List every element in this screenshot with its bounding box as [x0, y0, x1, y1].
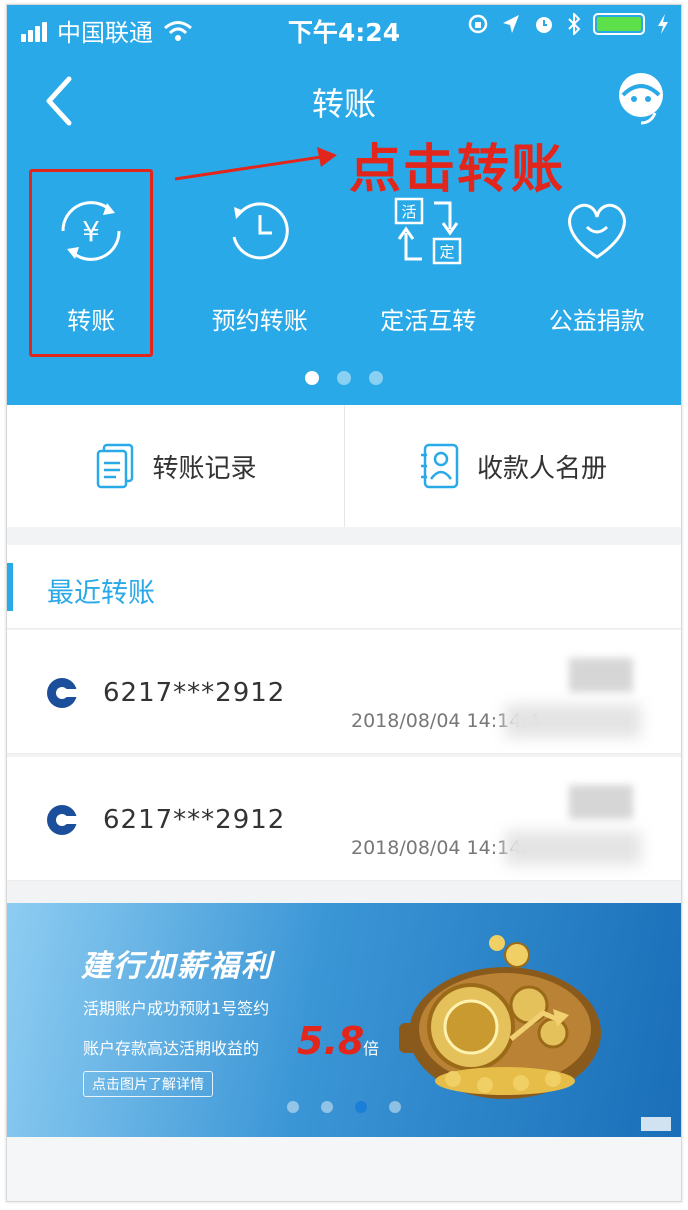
banner-pager-dot[interactable] — [389, 1101, 401, 1113]
transfer-records-button[interactable]: 转账记录 — [7, 405, 344, 527]
charging-icon — [658, 14, 668, 34]
banner-suffix: 倍 — [363, 1039, 380, 1058]
lock-rotation-icon — [468, 14, 488, 34]
payee-list-button[interactable]: 收款人名册 — [344, 405, 681, 527]
recent-section-title: 最近转账 — [47, 578, 155, 609]
exchange-icon: 活 定 — [395, 197, 462, 265]
blurred-amount — [505, 704, 641, 738]
page-title: 转账 — [311, 85, 376, 123]
recent-transfer-row[interactable]: 6217***2912 2018/08/04 14:14. — [7, 757, 681, 881]
ccb-logo-icon — [47, 678, 79, 708]
section-accent-bar — [7, 563, 13, 611]
transfer-time: 2018/08/04 14:14. — [351, 837, 528, 859]
ad-tag — [641, 1117, 671, 1131]
ccb-logo-icon — [47, 805, 79, 835]
recent-section-header: 最近转账 — [7, 545, 681, 629]
recent-transfer-row[interactable]: 6217***2912 2018/08/04 14:14:4 — [7, 630, 681, 754]
svg-text:活: 活 — [402, 203, 417, 221]
payee-list-label: 收款人名册 — [476, 453, 607, 484]
location-icon — [503, 15, 519, 33]
pager-dot-active[interactable] — [305, 371, 319, 385]
promo-banner[interactable]: 建行加薪福利 活期账户成功预财1号签约 账户存款高达活期收益的 5.8 倍 点击… — [7, 903, 681, 1137]
banner-multiplier: 5.8 — [297, 1019, 365, 1063]
document-icon — [97, 443, 134, 489]
banner-pager-dot[interactable] — [321, 1101, 333, 1113]
battery-icon — [593, 13, 645, 35]
pager-dots — [7, 371, 681, 385]
header-area: 中国联通 下午4:24 转账 点击转账 ¥ 转账 预约转账 活 定 定活互转 公… — [7, 5, 681, 405]
quick-action-label: 定活互转 — [380, 307, 477, 335]
quick-action-label: 预约转账 — [211, 307, 308, 335]
piggy-bank-image — [399, 935, 601, 1099]
banner-line-1: 活期账户成功预财1号签约 — [83, 999, 270, 1018]
blurred-name — [569, 785, 633, 819]
blurred-name — [569, 658, 633, 692]
shortcut-bar: 转账记录 收款人名册 — [7, 405, 681, 527]
clock-icon — [232, 202, 289, 260]
nav-bar: 转账 — [7, 63, 681, 139]
customer-service-icon[interactable] — [611, 67, 671, 129]
banner-title: 建行加薪福利 — [81, 949, 273, 984]
pager-dot[interactable] — [337, 371, 351, 385]
blurred-amount — [505, 831, 641, 865]
transfer-records-label: 转账记录 — [152, 453, 257, 484]
quick-fixed-current-exchange[interactable]: 活 定 定活互转 — [344, 191, 513, 341]
account-number: 6217***2912 — [103, 678, 286, 708]
quick-charity-donation[interactable]: 公益捐款 — [513, 191, 682, 341]
pager-dot[interactable] — [369, 371, 383, 385]
banner-line-2: 账户存款高达活期收益的 — [83, 1039, 260, 1058]
quick-action-label: 公益捐款 — [548, 307, 645, 335]
banner-details-button[interactable]: 点击图片了解详情 — [83, 1071, 213, 1097]
annotation-arrow — [174, 147, 337, 181]
quick-scheduled-transfer[interactable]: 预约转账 — [176, 191, 345, 341]
svg-text:定: 定 — [440, 243, 455, 261]
bottom-spacer — [7, 1137, 681, 1201]
banner-pager-dots — [287, 1101, 401, 1113]
contact-book-icon — [420, 443, 459, 489]
bluetooth-icon — [568, 13, 581, 35]
phone-frame: 中国联通 下午4:24 转账 点击转账 ¥ 转账 预约转账 活 定 定活互转 公… — [6, 4, 682, 1202]
alarm-icon — [536, 17, 552, 33]
account-number: 6217***2912 — [103, 805, 286, 835]
annotation-highlight-box — [29, 169, 153, 357]
banner-pager-dot[interactable] — [287, 1101, 299, 1113]
banner-pager-dot-active[interactable] — [355, 1101, 367, 1113]
heart-icon — [567, 203, 626, 259]
status-bar: 中国联通 下午4:24 — [7, 5, 681, 51]
